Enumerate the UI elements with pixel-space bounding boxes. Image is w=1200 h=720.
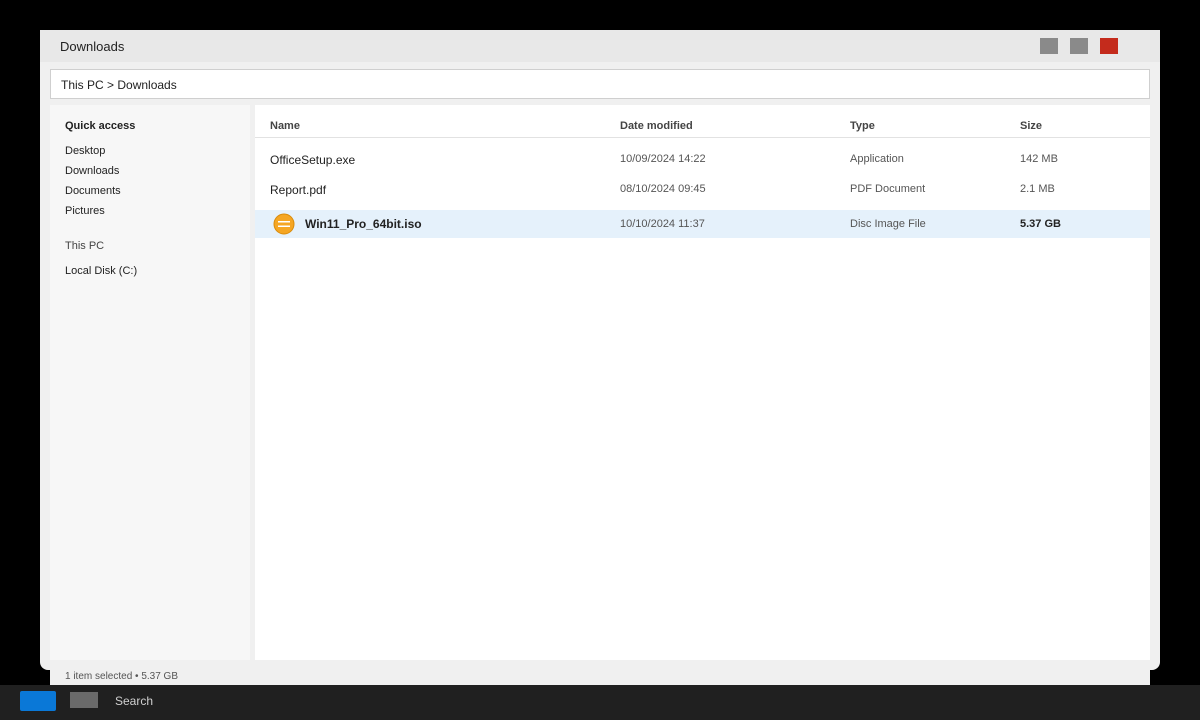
sidebar-item-this-pc[interactable]: This PC: [65, 240, 104, 252]
file-size: 5.37 GB: [1020, 218, 1061, 230]
file-name: Report.pdf: [270, 183, 327, 197]
file-date: 10/10/2024 11:37: [620, 218, 705, 230]
quick-access-heading[interactable]: Quick access: [65, 120, 135, 132]
address-path: This PC > Downloads: [61, 78, 177, 92]
maximize-button[interactable]: [1070, 38, 1088, 54]
taskbar: Search: [0, 685, 1200, 720]
title-bar[interactable]: Downloads: [40, 30, 1160, 62]
sidebar-item-documents[interactable]: Documents: [65, 185, 121, 197]
sidebar-item-desktop[interactable]: Desktop: [65, 145, 105, 157]
header-divider: [255, 137, 1150, 138]
file-type: PDF Document: [850, 183, 926, 195]
file-name: OfficeSetup.exe: [270, 153, 356, 167]
file-size: 2.1 MB: [1020, 183, 1055, 195]
column-header-type[interactable]: Type: [850, 120, 875, 132]
file-date: 08/10/2024 09:45: [620, 183, 706, 195]
selected-row-highlight[interactable]: Win11_Pro_64bit.iso 10/10/2024 11:37 Dis…: [255, 210, 1150, 238]
start-button[interactable]: [20, 691, 56, 711]
status-text: 1 item selected • 5.37 GB: [65, 671, 179, 682]
column-header-size[interactable]: Size: [1020, 120, 1042, 132]
column-header-name[interactable]: Name: [270, 120, 300, 132]
file-row-report[interactable]: Report.pdf 08/10/2024 09:45 PDF Document…: [255, 176, 1150, 204]
file-type: Disc Image File: [850, 218, 926, 230]
sidebar-item-pictures[interactable]: Pictures: [65, 205, 105, 217]
navigation-pane: Quick access Desktop Downloads Documents…: [50, 105, 250, 660]
disc-image-icon: [273, 213, 295, 235]
taskbar-search[interactable]: Search: [115, 694, 153, 708]
taskbar-app-icon[interactable]: [70, 692, 98, 708]
file-list: Name Date modified Type Size OfficeSetup…: [255, 105, 1150, 660]
file-row-officesetup[interactable]: OfficeSetup.exe 10/09/2024 14:22 Applica…: [255, 146, 1150, 174]
file-name: Win11_Pro_64bit.iso: [305, 217, 422, 231]
sidebar-item-downloads[interactable]: Downloads: [65, 165, 119, 177]
column-header-date-modified[interactable]: Date modified: [620, 120, 693, 132]
minimize-button[interactable]: [1040, 38, 1058, 54]
status-bar: 1 item selected • 5.37 GB: [50, 668, 1150, 685]
file-date: 10/09/2024 14:22: [620, 153, 706, 165]
file-type: Application: [850, 153, 904, 165]
sidebar-item-local-disk[interactable]: Local Disk (C:): [65, 265, 137, 277]
file-explorer-window: Downloads This PC > Downloads Quick acce…: [40, 30, 1160, 670]
close-button[interactable]: [1100, 38, 1118, 54]
address-bar[interactable]: This PC > Downloads: [50, 69, 1150, 99]
window-title: Downloads: [60, 39, 125, 54]
file-size: 142 MB: [1020, 153, 1058, 165]
